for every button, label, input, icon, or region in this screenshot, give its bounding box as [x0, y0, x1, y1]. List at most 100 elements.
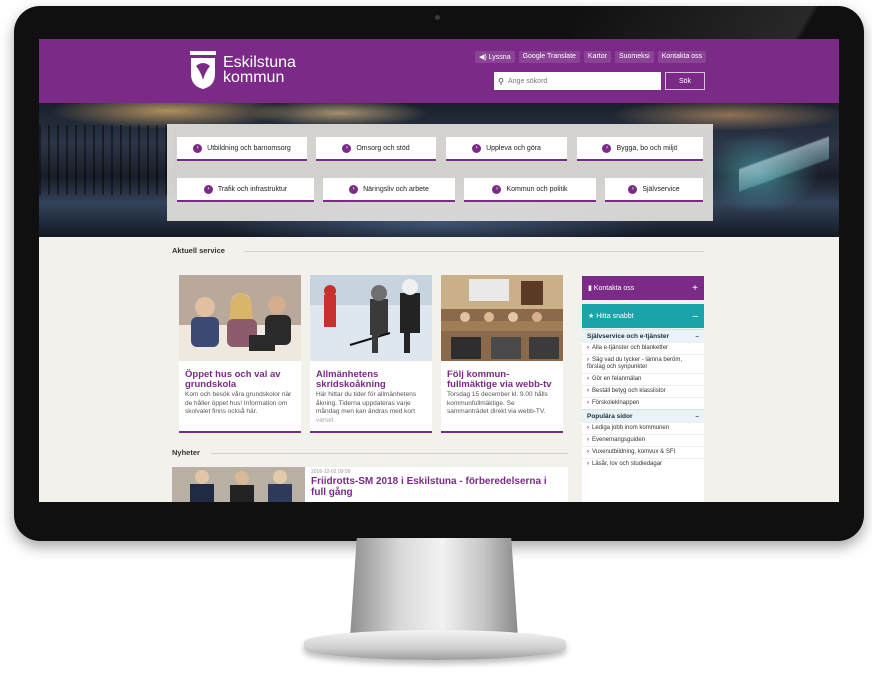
quick-group-header[interactable]: Självservice och e-tjänster – [582, 329, 704, 342]
quick-link-label: Lediga jobb inom kommunen [592, 425, 670, 431]
search-icon: ⚲ [498, 76, 504, 86]
news-date: 2016-12-02 09:09 [311, 469, 351, 475]
star-icon: ★ [588, 313, 597, 320]
chevron-right-icon: › [587, 388, 589, 394]
top-link-listen-label: Lyssna [488, 54, 511, 61]
chevron-right-icon: › [587, 437, 589, 443]
monitor-frame: Eskilstuna kommun ◀) Lyssna Google Trans… [14, 6, 864, 541]
quick-link[interactable]: › Läsår, lov och studiedagar [582, 458, 704, 470]
minus-icon: – [692, 310, 698, 322]
chevron-right-icon: › [587, 449, 589, 455]
contact-panel-header[interactable]: ▮ Kontakta oss + [582, 276, 704, 300]
quick-link-label: Vuxenutbildning, komvux & SFI [592, 449, 676, 455]
category-nav: › Utbildning och barnomsorg › Omsorg och s… [167, 124, 713, 221]
section-divider [244, 251, 704, 252]
quick-link-label: Evenemangsguiden [592, 437, 646, 443]
arrow-right-icon: › [349, 184, 359, 194]
search-button[interactable]: Sök [665, 72, 705, 90]
quick-links-list: Självservice och e-tjänster – › Alla e-tjä… [582, 329, 704, 502]
nav-label: Näringsliv och arbete [363, 185, 429, 193]
arrow-right-icon: › [472, 143, 482, 153]
news-title[interactable]: Friidrotts-SM 2018 i Eskilstuna - förber… [305, 475, 568, 499]
nav-experience[interactable]: › Uppleva och göra [446, 137, 567, 161]
nav-housing[interactable]: › Bygga, bo och miljö [577, 137, 703, 161]
monitor-stand [350, 538, 518, 638]
nav-education[interactable]: › Utbildning och barnomsorg [177, 137, 307, 161]
nav-label: Utbildning och barnomsorg [207, 144, 291, 152]
logo[interactable]: Eskilstuna kommun [189, 47, 296, 93]
find-panel-header[interactable]: ★ Hitta snabbt – [582, 304, 704, 328]
quick-link-label: Alla e-tjänster och blanketter [592, 345, 669, 351]
quick-link[interactable]: › Evenemangsguiden [582, 434, 704, 446]
minus-icon: – [695, 412, 699, 420]
quick-group-header[interactable]: Populära sidor – [582, 409, 704, 422]
quick-link[interactable]: › Vuxenutbildning, komvux & SFI [582, 446, 704, 458]
group-title: Populära sidor [587, 412, 633, 420]
plus-icon: + [692, 282, 698, 294]
nav-business[interactable]: › Näringsliv och arbete [323, 178, 455, 202]
nav-label: Bygga, bo och miljö [616, 144, 678, 152]
card-image-council [441, 275, 563, 361]
arrow-right-icon: › [602, 143, 612, 153]
hero-bridge [739, 123, 829, 203]
quick-link-label: Läsår, lov och studiedagar [592, 461, 663, 467]
nav-politics[interactable]: › Kommun och politik [464, 178, 596, 202]
quick-link-label: Gör en felanmälan [592, 376, 642, 382]
service-card-school[interactable]: Öppet hus och val av grundskola Kom och … [179, 275, 301, 433]
nav-traffic[interactable]: › Trafik och infrastruktur [177, 178, 314, 202]
top-link-contact[interactable]: Kontakta oss [657, 51, 707, 63]
chevron-right-icon: › [587, 376, 589, 382]
crest-icon [190, 51, 216, 89]
card-fade [441, 411, 563, 431]
section-title-news: Nyheter [172, 448, 200, 457]
chevron-right-icon: › [587, 345, 589, 351]
quick-link[interactable]: › Lediga jobb inom kommunen [582, 422, 704, 434]
nav-label: Självservice [642, 185, 680, 193]
service-card-webtv[interactable]: Följ kommun-fullmäktige via webb-tv Tors… [441, 275, 563, 433]
hero-railing [39, 125, 179, 195]
service-card-skating[interactable]: Allmänhetens skridskoåkning Här hittar d… [310, 275, 432, 433]
chevron-right-icon: › [587, 400, 589, 406]
quick-link[interactable]: › Förskoleklnappen [582, 397, 704, 409]
arrow-right-icon: › [342, 143, 352, 153]
card-fade [310, 411, 432, 431]
quick-link[interactable]: › Beställ betyg och klasslistor [582, 385, 704, 397]
nav-label: Kommun och politik [506, 185, 568, 193]
arrow-right-icon: › [492, 184, 502, 194]
nav-care[interactable]: › Omsorg och stöd [316, 137, 436, 161]
arrow-right-icon: › [193, 143, 203, 153]
logo-wordmark: Eskilstuna kommun [223, 54, 296, 86]
nav-label: Trafik och infrastruktur [217, 185, 288, 193]
quick-link[interactable]: › Alla e-tjänster och blanketter [582, 342, 704, 354]
logo-line-1: Eskilstuna [223, 54, 296, 71]
card-title: Öppet hus och val av grundskola [185, 369, 281, 390]
speaker-icon: ◀) [479, 54, 489, 61]
nav-self-service[interactable]: › Självservice [605, 178, 703, 202]
arrow-right-icon: › [203, 184, 213, 194]
section-title-service: Aktuell service [172, 246, 225, 255]
top-link-maps[interactable]: Kartor [583, 51, 611, 63]
monitor-base [304, 630, 566, 660]
screen: Eskilstuna kommun ◀) Lyssna Google Trans… [39, 39, 839, 502]
minus-icon: – [695, 332, 699, 340]
section-divider [211, 453, 568, 454]
news-image [172, 467, 305, 502]
news-item[interactable]: 2016-12-02 09:09 Friidrotts-SM 2018 i Es… [305, 467, 568, 502]
quick-link-label: Säg vad du tycker - lämna beröm, förslag… [587, 357, 683, 370]
chevron-right-icon: › [587, 461, 589, 467]
logo-line-2: kommun [223, 69, 285, 86]
nav-label: Omsorg och stöd [356, 144, 410, 152]
quick-link[interactable]: › Gör en felanmälan [582, 373, 704, 385]
arrow-right-icon: › [628, 184, 638, 194]
top-links: ◀) Lyssna Google Translate Kartor Suomek… [475, 51, 707, 63]
card-title: Följ kommun-fullmäktige via webb-tv [447, 369, 552, 390]
card-image-classroom [179, 275, 301, 361]
quick-link[interactable]: › Säg vad du tycker - lämna beröm, försla… [582, 354, 704, 373]
search-placeholder: Ange sökord [508, 77, 548, 85]
top-link-translate[interactable]: Google Translate [518, 51, 580, 63]
group-title: Självservice och e-tjänster [587, 332, 670, 340]
top-link-finnish[interactable]: Suomeksi [614, 51, 654, 63]
top-link-listen[interactable]: ◀) Lyssna [475, 51, 515, 63]
card-fade [179, 411, 301, 431]
search-input[interactable]: ⚲ Ange sökord [494, 72, 661, 90]
